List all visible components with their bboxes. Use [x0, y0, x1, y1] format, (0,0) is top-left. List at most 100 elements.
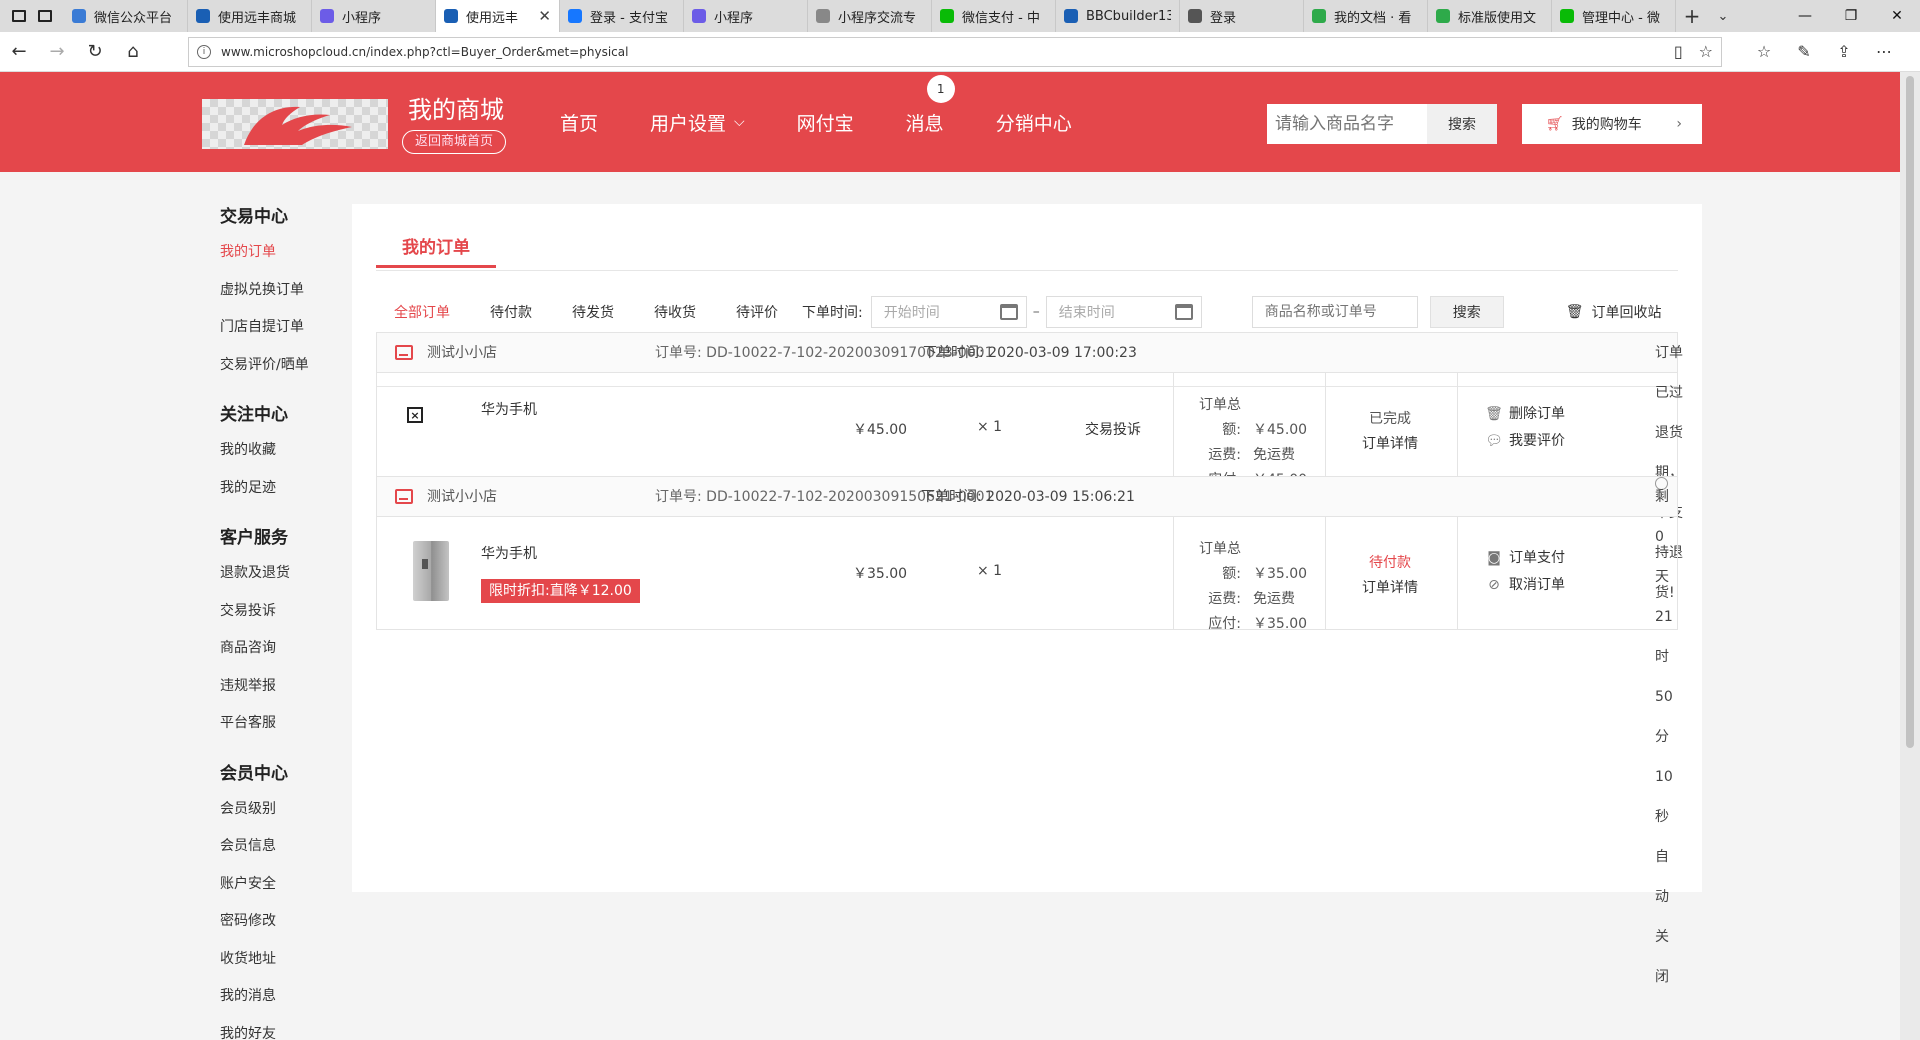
filter-tab[interactable]: 全部订单: [394, 302, 450, 322]
minimize-icon[interactable]: —: [1782, 0, 1828, 32]
shop-logo[interactable]: [202, 99, 388, 149]
end-date-field[interactable]: 结束时间: [1045, 296, 1202, 328]
sidebar-item[interactable]: 虚拟兑换订单: [220, 272, 350, 310]
home-icon[interactable]: ⌂: [114, 32, 152, 72]
browser-tab[interactable]: 登录 - 支付宝: [560, 0, 684, 32]
reading-view-icon[interactable]: ▯: [1674, 42, 1683, 61]
sidebar-item[interactable]: 我的消息: [220, 978, 350, 1016]
date-range-dash: –: [1032, 304, 1040, 320]
forward-icon[interactable]: →: [38, 32, 76, 72]
site-info-icon[interactable]: i: [197, 44, 211, 59]
window-controls: — ❐ ✕: [1782, 0, 1920, 32]
order-search-input[interactable]: [1251, 296, 1418, 328]
order-search-button[interactable]: 搜索: [1429, 296, 1504, 328]
calendar-icon[interactable]: [999, 304, 1018, 320]
browser-tab[interactable]: 使用远丰 ✕: [436, 0, 560, 32]
nav-distribution[interactable]: 分销中心: [996, 109, 1072, 136]
order-detail-link[interactable]: 订单详情: [1335, 432, 1445, 457]
filter-tab[interactable]: 待评价: [736, 302, 778, 322]
browser-tab[interactable]: 标准版使用文: [1428, 0, 1552, 32]
sidebar-item[interactable]: 我的足迹: [220, 470, 350, 508]
url-field[interactable]: i www.microshopcloud.cn/index.php?ctl=Bu…: [188, 36, 1722, 67]
sidebar-item[interactable]: 商品咨询: [220, 630, 350, 668]
amount-row: 运费: 免运费: [1183, 587, 1307, 612]
page-scrollbar[interactable]: [1900, 72, 1920, 1040]
close-window-icon[interactable]: ✕: [1874, 0, 1920, 32]
sidebar-item[interactable]: 违规举报: [220, 668, 350, 706]
order-shop-name[interactable]: 测试小小店: [427, 477, 497, 517]
sidebar-item[interactable]: 退款及退货: [220, 555, 350, 593]
pen-icon[interactable]: ✎: [1784, 42, 1824, 61]
start-date-field[interactable]: 开始时间: [870, 296, 1027, 328]
favorites-bar-icon[interactable]: ☆: [1744, 42, 1784, 61]
cell-divider: [1325, 517, 1326, 629]
sidebar-item[interactable]: 会员级别: [220, 791, 350, 829]
product-name[interactable]: 华为手机: [481, 399, 537, 419]
cart-button[interactable]: 🛒︎ 我的购物车 ›: [1522, 104, 1702, 144]
product-thumbnail[interactable]: [413, 541, 449, 601]
browser-tab[interactable]: 微信公众平台: [64, 0, 188, 32]
browser-tab[interactable]: 小程序交流专: [808, 0, 932, 32]
cancel-icon: ⊘: [1488, 577, 1500, 593]
favorite-star-icon[interactable]: ☆: [1699, 42, 1713, 61]
product-thumbnail[interactable]: ×: [407, 407, 423, 423]
message-count-badge: 1: [926, 74, 955, 103]
delete-order-button[interactable]: 🗑︎ 删除订单: [1485, 401, 1565, 428]
sidebar-item[interactable]: 我的订单: [220, 234, 350, 272]
sidebar-item[interactable]: 门店自提订单: [220, 309, 350, 347]
browser-tab[interactable]: 小程序: [312, 0, 436, 32]
more-icon[interactable]: ⋯: [1864, 42, 1904, 61]
tab-aside-icon[interactable]: [38, 10, 52, 22]
share-icon[interactable]: ⇪: [1824, 42, 1864, 61]
sidebar-item[interactable]: 平台客服: [220, 705, 350, 743]
sidebar-item[interactable]: 我的收藏: [220, 432, 350, 470]
tab-divider: [376, 270, 1678, 271]
scrollbar-thumb[interactable]: [1906, 76, 1914, 748]
tab-list-chevron-icon[interactable]: ⌄: [1708, 0, 1738, 32]
order-recycle-bin-link[interactable]: 🗑︎ 订单回收站: [1566, 302, 1662, 322]
order-status: 已完成 订单详情: [1335, 407, 1445, 457]
tab-my-orders[interactable]: 我的订单: [376, 228, 496, 268]
header-search-button[interactable]: 搜索: [1427, 104, 1497, 144]
sidebar-item[interactable]: 密码修改: [220, 903, 350, 941]
sidebar-item[interactable]: 我的好友: [220, 1016, 350, 1040]
nav-user-settings[interactable]: 用户设置 ⌵: [650, 109, 745, 136]
restore-icon[interactable]: ❐: [1828, 0, 1874, 32]
browser-tab[interactable]: 微信支付 - 中: [932, 0, 1056, 32]
sidebar-item[interactable]: 账户安全: [220, 866, 350, 904]
window-menu-icon[interactable]: [12, 10, 26, 22]
review-button[interactable]: 💬︎ 我要评价: [1485, 428, 1565, 455]
calendar-icon[interactable]: [1174, 304, 1193, 320]
sidebar-item[interactable]: 交易评价/晒单: [220, 347, 350, 385]
product-name[interactable]: 华为手机: [481, 543, 537, 563]
product-search-input[interactable]: [1267, 104, 1427, 144]
sidebar-item[interactable]: 交易投诉: [220, 593, 350, 631]
browser-tab[interactable]: BBCbuilder13: [1056, 0, 1180, 32]
sidebar-item[interactable]: 会员信息: [220, 828, 350, 866]
new-tab-icon[interactable]: +: [1676, 0, 1708, 32]
order-detail-link[interactable]: 订单详情: [1335, 576, 1445, 601]
refresh-icon[interactable]: ↻: [76, 32, 114, 72]
nav-home[interactable]: 首页: [560, 109, 598, 136]
nav-messages[interactable]: 消息 1: [906, 74, 955, 136]
end-date-placeholder: 结束时间: [1058, 305, 1115, 321]
order-shop-name[interactable]: 测试小小店: [427, 333, 497, 373]
browser-tab[interactable]: 管理中心 - 微: [1552, 0, 1676, 32]
browser-tab[interactable]: 登录: [1180, 0, 1304, 32]
back-home-button[interactable]: 返回商城首页: [402, 130, 507, 154]
filter-tab[interactable]: 待收货: [654, 302, 696, 322]
close-tab-icon[interactable]: ✕: [538, 7, 551, 25]
nav-wangfubao[interactable]: 网付宝: [797, 109, 854, 136]
browser-tab[interactable]: 我的文档 · 看: [1304, 0, 1428, 32]
order-header: 测试小小店 订单号: DD-10022-7-102-20200309150621-…: [377, 477, 1677, 985]
filter-tab[interactable]: 待发货: [572, 302, 614, 322]
back-icon[interactable]: ←: [0, 32, 38, 72]
sidebar-group: 客户服务 退款及退货 交易投诉 商品咨询 违规举报 平台客服: [220, 521, 350, 743]
filter-tab[interactable]: 待付款: [490, 302, 532, 322]
sidebar-item[interactable]: 收货地址: [220, 941, 350, 979]
cancel-order-button[interactable]: ⊘ 取消订单: [1487, 572, 1565, 599]
browser-tab[interactable]: 使用远丰商城: [188, 0, 312, 32]
pay-order-button[interactable]: ◙ 订单支付: [1487, 545, 1565, 572]
complaint-link[interactable]: 交易投诉: [1085, 419, 1141, 439]
browser-tab[interactable]: 小程序: [684, 0, 808, 32]
